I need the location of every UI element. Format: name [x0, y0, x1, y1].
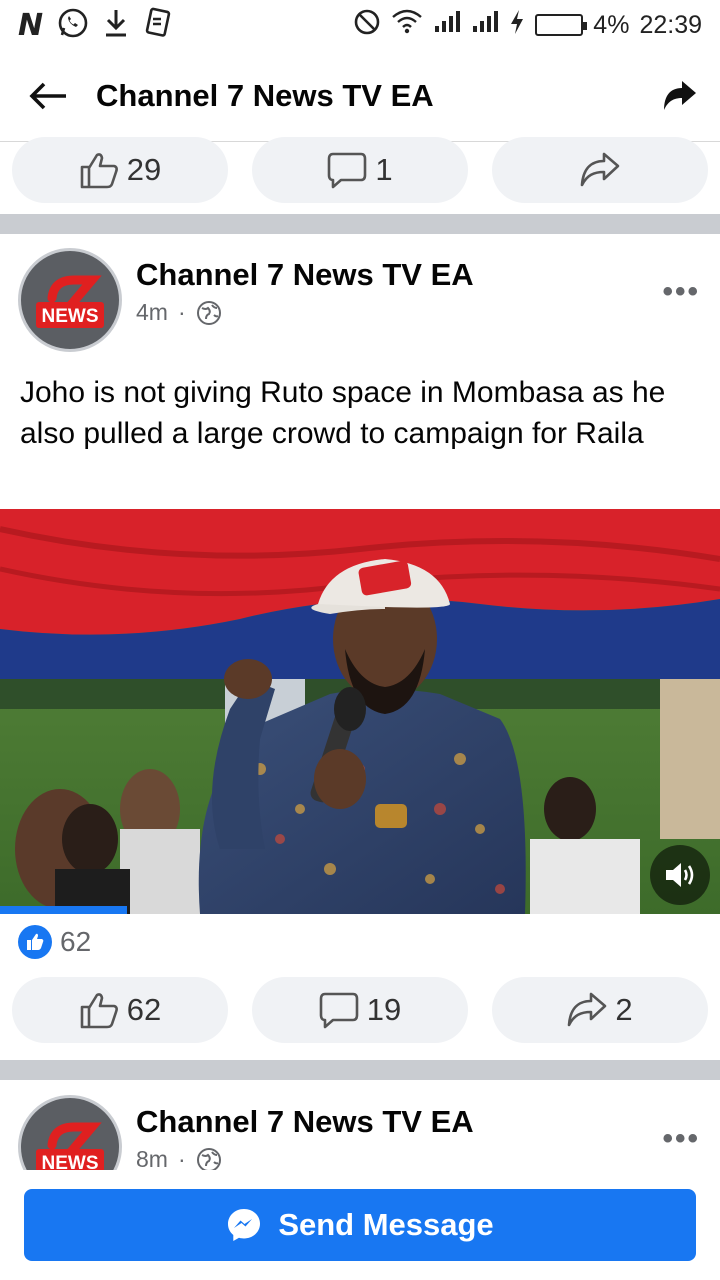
comment-button[interactable]: 1: [252, 137, 468, 203]
more-options-button[interactable]: •••: [662, 1122, 700, 1156]
status-bar: N 4% 22:39: [0, 0, 720, 50]
prev-post-actions: 29 1: [0, 137, 720, 203]
post-author[interactable]: Channel 7 News TV EA: [136, 1104, 474, 1140]
video-frame: [0, 509, 720, 914]
post-text: Joho is not giving Ruto space in Mombasa…: [20, 376, 666, 450]
share-button[interactable]: 2: [492, 977, 708, 1043]
comment-icon: [328, 152, 367, 189]
battery-icon: [535, 14, 588, 36]
meta-separator: ·: [177, 1146, 186, 1172]
battery-percent: 4%: [593, 10, 630, 39]
like-count: 29: [126, 152, 162, 187]
comment-count: 1: [375, 152, 393, 187]
netflix-icon: N: [18, 7, 44, 43]
post-time[interactable]: 4m: [136, 299, 168, 326]
volume-button[interactable]: [650, 845, 710, 905]
avatar[interactable]: NEWS: [18, 248, 122, 352]
feed-divider: [0, 214, 720, 234]
comment-count: 19: [366, 992, 402, 1027]
share-page-button[interactable]: [640, 50, 720, 142]
clock: 22:39: [639, 10, 702, 39]
page-title: Channel 7 News TV EA: [96, 77, 434, 113]
post-time[interactable]: 8m: [136, 1146, 168, 1173]
thumbs-up-icon: [80, 153, 118, 189]
back-button[interactable]: [0, 50, 96, 142]
download-icon: [103, 8, 129, 43]
cta-bar: Send Message: [0, 1170, 720, 1280]
post-actions: 62 19 2: [0, 977, 720, 1043]
globe-icon: [196, 300, 221, 325]
whatsapp-icon: [57, 7, 89, 44]
send-message-button[interactable]: Send Message: [24, 1189, 696, 1261]
signal-icon: [471, 10, 499, 41]
status-bar-left: N: [18, 7, 171, 44]
avatar-text: NEWS: [42, 306, 99, 327]
send-message-label: Send Message: [278, 1207, 494, 1242]
meta-separator: ·: [177, 299, 186, 325]
reaction-summary[interactable]: 62: [18, 924, 91, 960]
status-bar-right: 4% 22:39: [353, 8, 702, 43]
messenger-icon: [228, 1209, 261, 1241]
post-video[interactable]: [0, 509, 720, 914]
channel7-logo: NEWS: [30, 1117, 110, 1177]
post-meta: 4m ·: [136, 299, 222, 326]
comment-button[interactable]: 19: [252, 977, 468, 1043]
reaction-count: 62: [60, 926, 92, 957]
channel7-logo: NEWS: [30, 270, 110, 330]
more-options-button[interactable]: •••: [662, 275, 700, 309]
like-count: 62: [126, 992, 162, 1027]
post-header: NEWS Channel 7 News TV EA 4m · •••: [0, 245, 720, 355]
share-icon: [580, 152, 620, 187]
like-reaction-icon: [18, 925, 52, 959]
globe-icon: [196, 1147, 221, 1172]
app-header: Channel 7 News TV EA: [0, 50, 720, 142]
share-count: 2: [615, 992, 633, 1027]
wifi-icon: [391, 9, 423, 42]
volume-icon: [666, 863, 694, 887]
post-author[interactable]: Channel 7 News TV EA: [136, 257, 474, 293]
charging-icon: [509, 9, 525, 42]
feed-divider: [0, 1060, 720, 1080]
comment-icon: [319, 992, 359, 1029]
arrow-left-icon: [29, 82, 66, 109]
signal-icon: [433, 10, 461, 41]
like-button[interactable]: 62: [12, 977, 228, 1043]
share-button[interactable]: [492, 137, 708, 203]
post-meta: 8m ·: [136, 1146, 222, 1173]
share-icon: [568, 992, 607, 1027]
thumbs-up-icon: [80, 993, 118, 1029]
sim-icon: [143, 7, 171, 44]
share-arrow-icon: [664, 80, 696, 110]
like-button[interactable]: 29: [12, 137, 228, 203]
do-not-disturb-icon: [353, 8, 381, 43]
video-progress-bar[interactable]: [0, 906, 127, 914]
